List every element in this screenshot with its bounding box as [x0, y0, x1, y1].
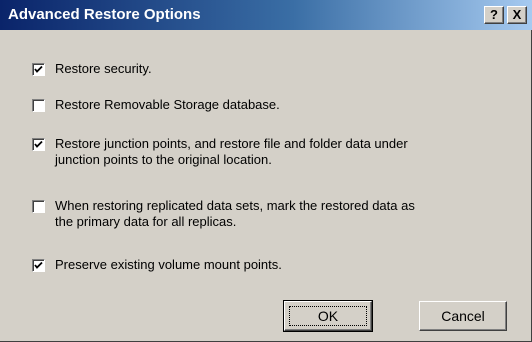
restore-junction-points-label: Restore junction points, and restore fil… [55, 136, 408, 167]
restore-junction-points-checkbox[interactable] [32, 138, 45, 151]
mark-primary-replica-label: When restoring replicated data sets, mar… [55, 198, 415, 229]
checkmark-icon [34, 65, 43, 73]
restore-removable-storage-label: Restore Removable Storage database. [55, 97, 280, 112]
ok-button[interactable]: OK [283, 300, 373, 332]
cancel-button[interactable]: Cancel [419, 301, 507, 331]
mark-primary-replica-checkbox[interactable] [32, 200, 45, 213]
restore-security-label: Restore security. [55, 61, 152, 76]
advanced-restore-options-dialog: Advanced Restore Options ? X Restore sec… [0, 0, 532, 342]
help-button[interactable]: ? [484, 6, 504, 24]
title-bar[interactable]: Advanced Restore Options ? X [0, 0, 532, 30]
close-button[interactable]: X [507, 6, 527, 24]
restore-removable-storage-checkbox[interactable] [32, 99, 45, 112]
restore-security-checkbox[interactable] [32, 63, 45, 76]
ok-focus-rect: OK [289, 306, 367, 326]
preserve-mount-points-checkbox[interactable] [32, 259, 45, 272]
preserve-mount-points-label: Preserve existing volume mount points. [55, 257, 282, 272]
ok-label: OK [317, 308, 339, 324]
cancel-label: Cancel [441, 308, 485, 324]
checkmark-icon [34, 261, 43, 269]
dialog-title: Advanced Restore Options [8, 6, 201, 23]
checkmark-icon [34, 140, 43, 148]
